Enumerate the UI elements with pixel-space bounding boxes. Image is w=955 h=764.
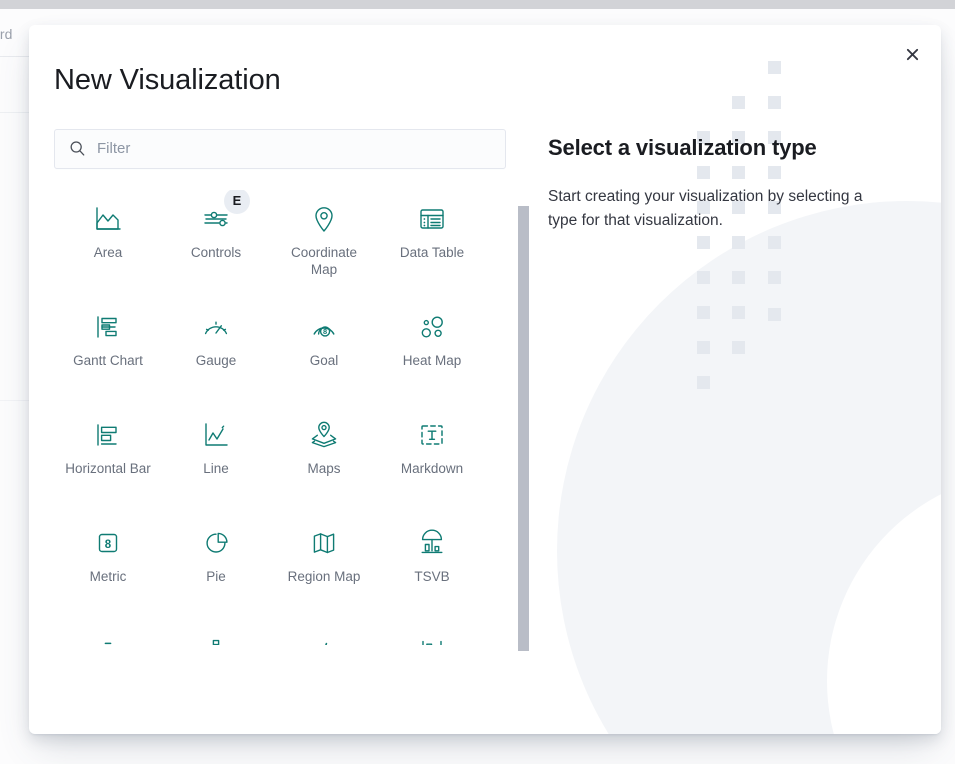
viz-type-region-map[interactable]: Region Map bbox=[270, 514, 378, 622]
horizontal-bar-icon bbox=[93, 418, 123, 452]
viz-type-label: Gauge bbox=[195, 352, 237, 368]
page-title: New Visualization bbox=[54, 64, 281, 96]
decorative-arc bbox=[557, 201, 941, 734]
region-map-icon bbox=[309, 526, 339, 560]
viz-type-label: Maps bbox=[307, 460, 341, 476]
viz-type-markdown[interactable]: Markdown bbox=[378, 406, 486, 514]
viz-type-metric[interactable]: 8 Metric bbox=[54, 514, 162, 622]
viz-type-label: Coordinate Map bbox=[290, 244, 358, 277]
decorative-dot bbox=[697, 306, 710, 319]
viz-type-label: Pie bbox=[206, 568, 226, 584]
pie-chart-icon bbox=[201, 526, 231, 560]
viz-type-timeline[interactable]: Timeline bbox=[162, 622, 270, 645]
viz-type-label: Heat Map bbox=[402, 352, 462, 368]
viz-type-gantt-chart[interactable]: Gantt Chart bbox=[54, 298, 162, 406]
decorative-arc-cutout bbox=[827, 471, 941, 734]
decorative-dot bbox=[697, 341, 710, 354]
map-pin-icon bbox=[309, 202, 339, 236]
svg-text:8: 8 bbox=[323, 327, 327, 336]
markdown-text-icon bbox=[417, 418, 447, 452]
area-chart-icon bbox=[93, 202, 123, 236]
search-input[interactable] bbox=[54, 128, 506, 169]
decorative-dot bbox=[768, 308, 781, 321]
timeline-tree-icon bbox=[201, 634, 231, 645]
viz-type-maps[interactable]: Maps bbox=[270, 406, 378, 514]
metric-number-icon: 8 bbox=[93, 526, 123, 560]
detail-panel-description: Start creating your visualization by sel… bbox=[548, 188, 863, 230]
viz-type-vertical-bar[interactable]: Vertical Bar bbox=[378, 622, 486, 645]
decorative-dot bbox=[697, 376, 710, 389]
viz-type-label: Area bbox=[93, 244, 123, 260]
close-button[interactable] bbox=[894, 36, 930, 72]
top-chrome-strip bbox=[0, 0, 955, 9]
viz-type-coordinate-map[interactable]: Coordinate Map bbox=[270, 190, 378, 298]
visualization-picker-panel: New Visualization Area Controls E Coordin… bbox=[29, 25, 529, 734]
viz-type-horizontal-bar[interactable]: Horizontal Bar bbox=[54, 406, 162, 514]
viz-type-controls[interactable]: Controls E bbox=[162, 189, 270, 298]
viz-type-goal[interactable]: 8 Goal bbox=[270, 298, 378, 406]
viz-type-vega[interactable]: Vega bbox=[270, 622, 378, 645]
scrollbar-thumb[interactable] bbox=[518, 206, 529, 651]
viz-type-label: Goal bbox=[309, 352, 339, 368]
svg-text:8: 8 bbox=[105, 539, 112, 551]
viz-type-label: Region Map bbox=[287, 568, 361, 584]
line-chart-icon bbox=[201, 418, 231, 452]
viz-type-area[interactable]: Area bbox=[54, 190, 162, 298]
viz-type-label: Metric bbox=[89, 568, 127, 584]
maps-layers-icon bbox=[309, 418, 339, 452]
vertical-scrollbar[interactable] bbox=[518, 206, 529, 661]
decorative-dot bbox=[732, 271, 745, 284]
gauge-icon bbox=[201, 310, 231, 344]
viz-type-tag-cloud[interactable]: Tag Cloud bbox=[54, 622, 162, 645]
experimental-badge[interactable]: E bbox=[224, 189, 250, 214]
breadcrumb-partial[interactable]: ard bbox=[0, 26, 13, 42]
viz-type-label: TSVB bbox=[414, 568, 450, 584]
viz-type-label: Line bbox=[203, 460, 229, 476]
viz-type-heat-map[interactable]: Heat Map bbox=[378, 298, 486, 406]
viz-type-gauge[interactable]: Gauge bbox=[162, 298, 270, 406]
decorative-dot bbox=[697, 271, 710, 284]
viz-type-label: Controls bbox=[190, 244, 242, 260]
close-icon bbox=[905, 47, 920, 62]
heat-map-icon bbox=[417, 310, 447, 344]
decorative-dot bbox=[732, 306, 745, 319]
vega-code-icon bbox=[309, 634, 339, 645]
viz-type-line[interactable]: Line bbox=[162, 406, 270, 514]
viz-type-tsvb[interactable]: TSVB bbox=[378, 514, 486, 622]
viz-type-pie[interactable]: Pie bbox=[162, 514, 270, 622]
tag-cloud-icon bbox=[93, 634, 123, 645]
viz-type-label: Horizontal Bar bbox=[65, 460, 151, 476]
data-table-icon bbox=[417, 202, 447, 236]
detail-panel: Select a visualization type Start creati… bbox=[548, 25, 938, 249]
new-visualization-modal: New Visualization Area Controls E Coordin… bbox=[29, 25, 941, 734]
vertical-bar-icon bbox=[417, 634, 447, 645]
viz-type-label: Data Table bbox=[399, 244, 465, 260]
viz-type-label: Markdown bbox=[400, 460, 464, 476]
viz-type-data-table[interactable]: Data Table bbox=[378, 190, 486, 298]
detail-panel-title: Select a visualization type bbox=[548, 135, 817, 160]
goal-icon: 8 bbox=[309, 310, 339, 344]
filter-field-wrapper bbox=[54, 128, 506, 169]
decorative-dot bbox=[768, 271, 781, 284]
visualization-type-list: Area Controls E Coordinate Map Data Table… bbox=[54, 189, 529, 645]
gantt-chart-icon bbox=[93, 310, 123, 344]
decorative-dot bbox=[732, 341, 745, 354]
tsvb-icon bbox=[417, 526, 447, 560]
viz-type-label: Gantt Chart bbox=[73, 352, 143, 368]
visualization-type-grid: Area Controls E Coordinate Map Data Table… bbox=[54, 189, 509, 645]
